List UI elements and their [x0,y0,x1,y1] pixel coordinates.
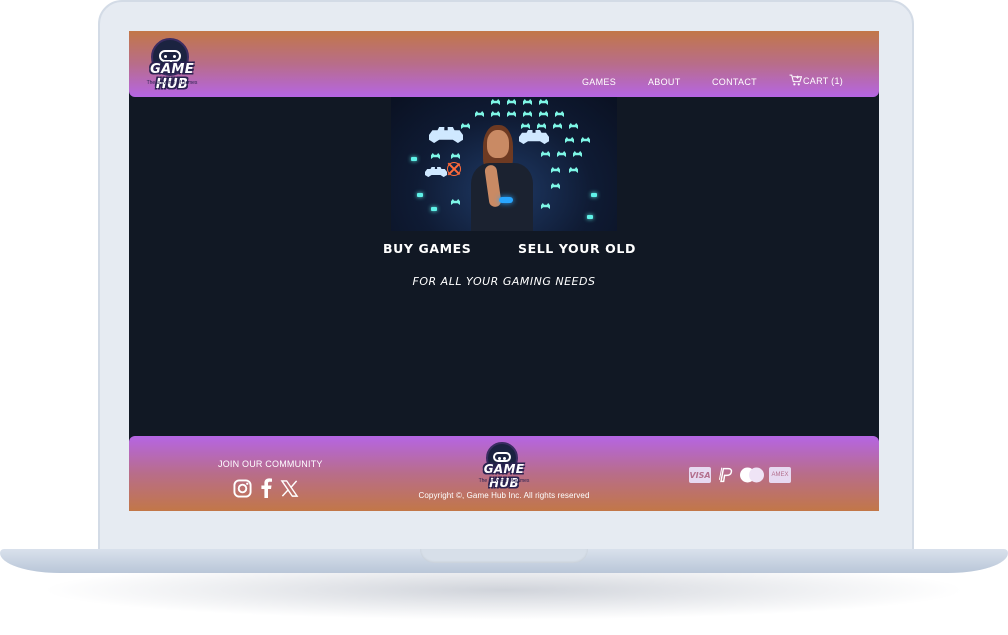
mastercard-icon [740,467,764,483]
invader [553,123,562,129]
pixel [411,157,417,161]
footer-logo[interactable]: GAME HUB The universe of games [469,442,539,490]
buy-games-link[interactable]: BUY GAMES [383,241,471,256]
invader [551,183,560,189]
copyright-text: Copyright ©, Game Hub Inc. All rights re… [418,491,590,500]
invader [491,111,500,117]
wristband [499,197,513,203]
paypal-icon [718,467,733,483]
site-footer: JOIN OUR COMMUNITY GAME HUB The universe… [129,436,879,511]
invader [539,99,548,105]
nav-games[interactable]: GAMES [582,77,616,87]
invader [507,99,516,105]
invader-small-left [425,167,447,177]
website-screen: GAME HUB The universe of games GAMES ABO… [129,31,879,511]
payment-methods: VISA AMEX [689,467,791,483]
invader [541,151,550,157]
invader [475,111,484,117]
hero-tagline: FOR ALL YOUR GAMING NEEDS [412,275,596,288]
footer-brand-name: GAME HUB [483,462,525,490]
gamepad-icon [159,50,181,62]
invader [551,167,560,173]
brand-name: GAME HUB [150,62,194,92]
invader [507,111,516,117]
invader [523,111,532,117]
invader [491,99,500,105]
hero-image [391,97,617,231]
invader [539,111,548,117]
footer-brand-tagline: The universe of games [478,478,530,484]
sell-your-old-link[interactable]: SELL YOUR OLD [518,241,636,256]
join-community-label: JOIN OUR COMMUNITY [218,459,323,469]
nav-contact[interactable]: CONTACT [712,77,757,87]
invader [555,111,564,117]
laptop-mockup: GAME HUB The universe of games GAMES ABO… [0,0,1008,635]
invader [573,151,582,157]
invader-large-left [429,127,463,143]
cart-label: CART (1) [803,76,844,86]
invader [451,199,460,205]
pixel [591,193,597,197]
visa-icon: VISA [689,467,711,483]
gamepad-icon [493,452,511,462]
header-logo[interactable]: GAME HUB The universe of games [133,38,211,92]
invader [569,167,578,173]
nav-cart[interactable]: CART (1) [789,74,843,86]
amex-icon: AMEX [769,467,791,483]
site-header: GAME HUB The universe of games GAMES ABO… [129,31,879,97]
invader [537,123,546,129]
laptop-notch [420,549,588,563]
nav-about[interactable]: ABOUT [648,77,681,87]
person-face [487,130,509,158]
invader [521,123,530,129]
invader [581,137,590,143]
invader [523,99,532,105]
pixel [431,207,437,211]
invader [431,153,440,159]
pixel [587,215,593,219]
invader [461,123,470,129]
invader [541,203,550,209]
invader [569,123,578,129]
brand-tagline: The universe of games [146,80,198,86]
cart-icon [789,74,802,86]
invader [565,137,574,143]
invader [451,153,460,159]
pixel [417,193,423,197]
invader [557,151,566,157]
crosshair-icon [447,162,461,176]
invader-large-right [519,130,549,144]
